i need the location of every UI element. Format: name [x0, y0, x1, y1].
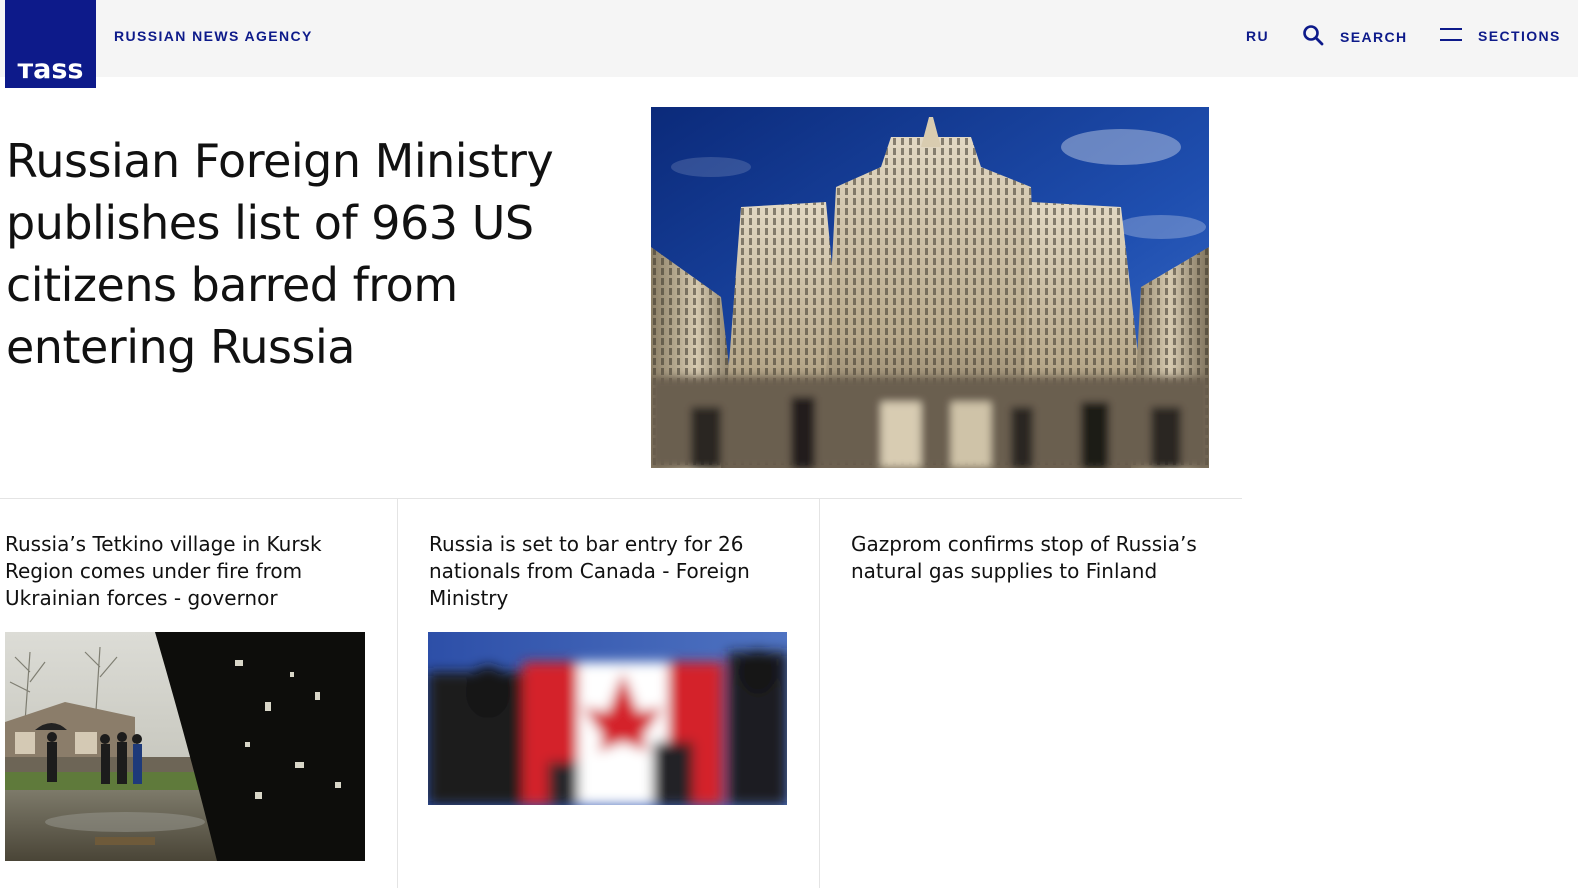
logo-text: тass	[17, 54, 84, 85]
news-card-photo-2[interactable]	[428, 632, 787, 805]
lead-headline[interactable]: Russian Foreign Ministry publishes list …	[6, 130, 606, 378]
sections-label: SECTIONS	[1478, 28, 1561, 44]
news-card-title-1[interactable]: Russia’s Tetkino village in Kursk Region…	[5, 531, 365, 612]
news-card-photo-1[interactable]	[5, 632, 365, 861]
language-label: RU	[1246, 28, 1270, 44]
language-switch-ru[interactable]: RU	[1246, 28, 1269, 44]
site-header: тass RUSSIAN NEWS AGENCY RU SEARCH SECTI…	[0, 0, 1578, 88]
menu-icon	[1440, 26, 1478, 44]
news-card-title-2[interactable]: Russia is set to bar entry for 26 nation…	[429, 531, 789, 612]
search-label: SEARCH	[1340, 29, 1408, 45]
sections-menu-button[interactable]: SECTIONS	[1440, 26, 1561, 44]
agency-tagline: RUSSIAN NEWS AGENCY	[114, 28, 313, 44]
tass-logo[interactable]: тass	[5, 0, 96, 88]
column-divider-1	[397, 499, 398, 888]
news-card-title-3[interactable]: Gazprom confirms stop of Russia’s natura…	[851, 531, 1231, 585]
section-divider	[0, 498, 1242, 499]
lead-photo-ministry-building[interactable]	[651, 107, 1209, 468]
search-button[interactable]: SEARCH	[1302, 24, 1408, 46]
column-divider-2	[819, 499, 820, 888]
search-icon	[1302, 24, 1340, 46]
